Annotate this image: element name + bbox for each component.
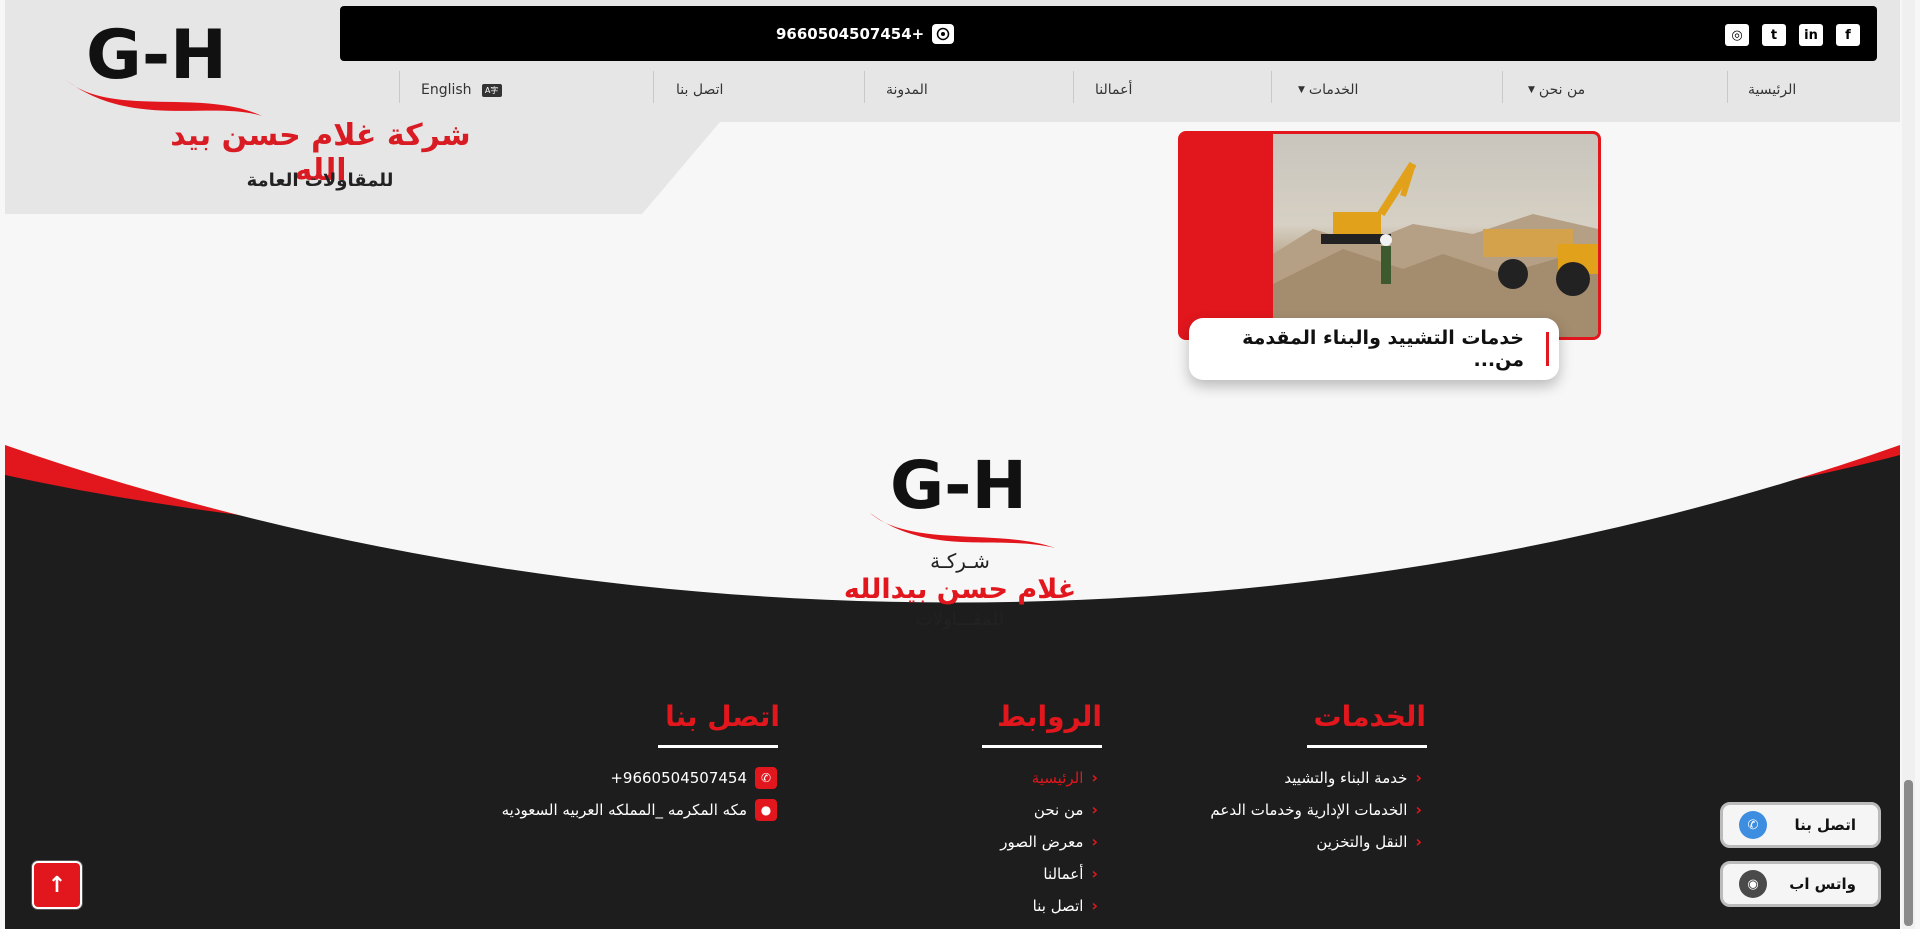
nav-works[interactable]: أعمالنا <box>1095 72 1132 108</box>
nav-language[interactable]: English A字 <box>421 72 502 108</box>
service-card[interactable] <box>1178 131 1601 340</box>
nav-separator <box>653 71 654 103</box>
floating-whatsapp-label: واتس اب <box>1789 875 1856 893</box>
nav-separator <box>1502 71 1503 103</box>
caption-accent-bar <box>1546 332 1549 366</box>
footer-links-title: الروابط <box>996 700 1102 733</box>
footer-service-link[interactable]: ‹ النقل والتخزين <box>1100 832 1422 851</box>
footer-contact-phone-label: +9660504507454 <box>610 769 747 787</box>
chevron-left-icon: ‹ <box>1091 800 1098 819</box>
footer-services-title: الخدمات <box>1313 700 1426 733</box>
footer-link-label: اتصل بنا <box>1032 896 1084 915</box>
construction-photo <box>1273 134 1598 337</box>
floating-call-label: اتصل بنا <box>1794 816 1856 834</box>
nav-home-label: الرئيسية <box>1748 82 1797 98</box>
footer-logo-line1: شـركـة <box>930 549 990 573</box>
excavator-illustration <box>1273 161 1598 337</box>
footer-service-link[interactable]: ‹ الخدمات الإدارية وخدمات الدعم <box>1100 800 1422 819</box>
chevron-left-icon: ‹ <box>1415 800 1422 819</box>
footer-link-contact[interactable]: ‹ اتصل بنا <box>900 896 1098 915</box>
chevron-left-icon: ‹ <box>1415 832 1422 851</box>
nav-home[interactable]: الرئيسية <box>1748 72 1796 108</box>
top-phone[interactable]: 9660504507454+ <box>776 24 955 44</box>
footer-link-label: معرض الصور <box>1000 832 1084 851</box>
nav-about-label: من نحن <box>1538 82 1586 98</box>
footer-logo-text: G-H <box>890 448 1027 524</box>
social-links: ◎ t in f <box>1725 24 1860 46</box>
nav-contact[interactable]: اتصل بنا <box>676 72 723 108</box>
twitter-icon[interactable]: t <box>1762 24 1786 46</box>
nav-separator <box>864 71 865 103</box>
chevron-left-icon: ‹ <box>1091 864 1098 883</box>
chevron-left-icon: ‹ <box>1091 832 1098 851</box>
footer-link-label: من نحن <box>1033 800 1084 819</box>
instagram-icon[interactable]: ◎ <box>1725 24 1749 46</box>
top-phone-number: 9660504507454+ <box>776 25 925 43</box>
nav-about[interactable]: ▼ من نحن <box>1528 72 1585 108</box>
whatsapp-icon <box>932 24 955 44</box>
footer-contact-address: ● مكه المكرمه _المملكه العربيه السعوديه <box>400 799 777 821</box>
arrow-up-icon: ↑ <box>47 872 67 898</box>
footer-service-label: النقل والتخزين <box>1316 832 1408 851</box>
footer-service-label: خدمة البناء والتشييد <box>1284 768 1408 787</box>
footer-contact-address-label: مكه المكرمه _المملكه العربيه السعوديه <box>501 801 747 819</box>
nav-services-label: الخدمات <box>1308 82 1359 98</box>
footer-logo-line2: غلام حسن بيدالله <box>843 574 1077 605</box>
nav-services[interactable]: ▼ الخدمات <box>1298 72 1358 108</box>
nav-separator <box>1073 71 1074 103</box>
footer-service-link[interactable]: ‹ خدمة البناء والتشييد <box>1100 768 1422 787</box>
footer-services-underline <box>1307 745 1427 748</box>
header-logo[interactable]: G-H <box>62 18 272 122</box>
footer-service-label: الخدمات الإدارية وخدمات الدعم <box>1210 800 1408 819</box>
nav-blog[interactable]: المدونة <box>886 72 928 108</box>
footer-link-gallery[interactable]: ‹ معرض الصور <box>900 832 1098 851</box>
floating-whatsapp-button[interactable]: واتس اب ◉ <box>1720 861 1881 907</box>
footer-logo-line3: للمقـــاولات <box>915 609 1005 630</box>
floating-call-button[interactable]: اتصل بنا ✆ <box>1720 802 1881 848</box>
chevron-left-icon: ‹ <box>1415 768 1422 787</box>
nav-contact-label: اتصل بنا <box>676 82 724 98</box>
linkedin-icon[interactable]: in <box>1799 24 1823 46</box>
phone-icon: ✆ <box>755 767 777 789</box>
nav-separator <box>399 71 400 103</box>
scrollbar-thumb[interactable] <box>1904 780 1913 926</box>
card-caption[interactable]: خدمات التشييد والبناء المقدمة من... <box>1189 318 1559 380</box>
footer-links-underline <box>982 745 1102 748</box>
footer-link-about[interactable]: ‹ من نحن <box>900 800 1098 819</box>
caret-down-icon: ▼ <box>1528 85 1535 95</box>
footer-link-works[interactable]: ‹ أعمالنا <box>900 864 1098 883</box>
nav-language-label: English <box>421 82 472 98</box>
nav-separator <box>1271 71 1272 103</box>
footer-contact-underline <box>658 745 778 748</box>
footer-link-label: أعمالنا <box>1043 864 1084 883</box>
nav-blog-label: المدونة <box>886 82 928 98</box>
footer-link-home[interactable]: ‹ الرئيسية <box>900 768 1098 787</box>
language-icon: A字 <box>481 83 502 97</box>
nav-works-label: أعمالنا <box>1095 82 1133 98</box>
facebook-icon[interactable]: f <box>1836 24 1860 46</box>
location-pin-icon: ● <box>755 799 777 821</box>
chevron-left-icon: ‹ <box>1091 896 1098 915</box>
brand-subtitle: للمقاولات العامة <box>246 170 394 191</box>
top-bar <box>340 6 1877 61</box>
footer-contact-phone[interactable]: ✆ +9660504507454 <box>500 767 777 789</box>
chevron-left-icon: ‹ <box>1091 768 1098 787</box>
scroll-to-top-button[interactable]: ↑ <box>32 861 82 909</box>
whatsapp-icon: ◉ <box>1739 870 1767 898</box>
logo-text: G-H <box>86 18 227 95</box>
card-caption-text: خدمات التشييد والبناء المقدمة من... <box>1242 327 1524 371</box>
footer-contact-title: اتصل بنا <box>665 700 780 733</box>
nav-separator <box>1727 71 1728 103</box>
phone-icon: ✆ <box>1739 811 1767 839</box>
footer-link-label: الرئيسية <box>1031 768 1084 787</box>
caret-down-icon: ▼ <box>1298 85 1305 95</box>
